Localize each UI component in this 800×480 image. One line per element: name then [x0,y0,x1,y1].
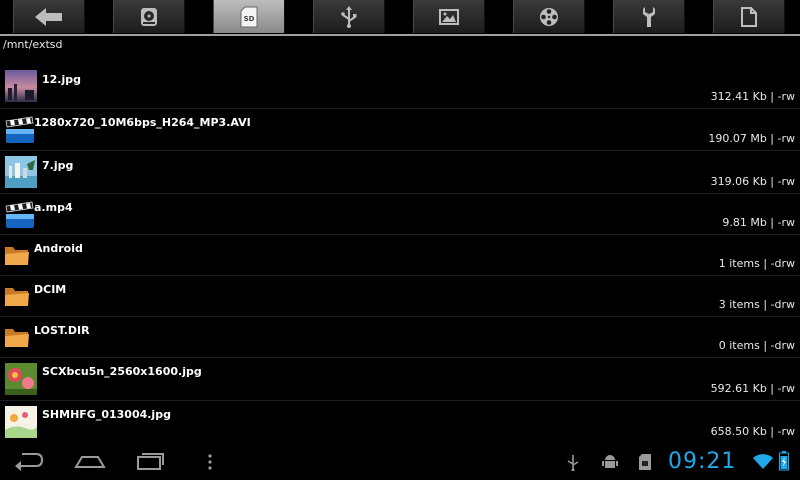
folder-icon [5,329,29,347]
usb-tab[interactable] [313,0,385,33]
recent-apps-button[interactable] [136,449,166,471]
list-item[interactable]: SCXbcu5n_2560x1600.jpg 592.61 Kb | -rw [0,357,800,400]
list-item[interactable]: 7.jpg 319.06 Kb | -rw [0,150,800,193]
android-debug-icon [602,455,618,468]
file-meta: 190.07 Mb | -rw [708,132,795,145]
list-item[interactable]: a.mp4 9.81 Mb | -rw [0,193,800,234]
internal-storage-icon [141,7,157,26]
file-name: 7.jpg [42,159,74,172]
document-icon [741,6,757,27]
file-meta: 592.61 Kb | -rw [710,382,795,395]
image-thumbnail [5,363,37,395]
file-name: SHMHFG_013004.jpg [42,408,171,421]
file-meta: 0 items | -drw [718,339,795,352]
picture-icon [439,8,459,25]
sd-card-tab[interactable]: SD [213,0,285,33]
sd-card-status-icon [639,454,651,470]
back-tab[interactable] [13,0,85,33]
file-name: 12.jpg [42,73,82,86]
file-name: a.mp4 [34,201,73,214]
file-name: SCXbcu5n_2560x1600.jpg [42,365,202,378]
back-arrow-icon [35,7,62,26]
back-nav-icon [15,453,44,471]
file-name: Android [34,242,83,255]
file-list: 12.jpg 312.41 Kb | -rw 1280x720_10M6bps_… [0,64,800,443]
file-meta: 312.41 Kb | -rw [710,90,795,103]
file-meta: 3 items | -drw [718,298,795,311]
battery-icon [779,451,789,471]
file-meta: 658.50 Kb | -rw [710,425,795,438]
sd-card-icon: SD [240,6,258,27]
file-meta: 9.81 Mb | -rw [722,216,795,229]
file-meta: 319.06 Kb | -rw [710,175,795,188]
top-toolbar: SD [0,0,800,35]
toolbar-divider [0,34,800,36]
documents-tab[interactable] [713,0,785,33]
home-nav-button[interactable] [74,449,106,471]
folder-icon [5,288,29,306]
wifi-icon [753,454,773,469]
video-clapper-icon [5,116,34,143]
sd-card-label: SD [244,15,255,23]
usb-icon [341,5,357,28]
pictures-tab[interactable] [413,0,485,33]
list-item[interactable]: SHMHFG_013004.jpg 658.50 Kb | -rw [0,400,800,443]
video-clapper-icon [5,201,34,228]
image-thumbnail [5,406,37,438]
file-meta: 1 items | -drw [718,257,795,270]
back-nav-button[interactable] [14,449,44,471]
list-item[interactable]: Android 1 items | -drw [0,234,800,275]
home-nav-icon [74,456,106,468]
menu-icon [208,454,212,470]
film-reel-icon [540,7,558,26]
list-item[interactable]: 12.jpg 312.41 Kb | -rw [0,64,800,108]
wrench-icon [643,6,655,27]
videos-tab[interactable] [513,0,585,33]
recent-apps-icon [137,453,164,470]
usb-debug-icon [567,455,579,471]
list-item[interactable]: LOST.DIR 0 items | -drw [0,316,800,357]
folder-icon [5,247,29,265]
menu-button[interactable] [205,453,215,471]
current-path: /mnt/extsd [3,38,63,51]
file-name: LOST.DIR [34,324,90,337]
clock: 09:21 [668,449,737,474]
file-name: DCIM [34,283,67,296]
internal-storage-tab[interactable] [113,0,185,33]
list-item[interactable]: 1280x720_10M6bps_H264_MP3.AVI 190.07 Mb … [0,108,800,150]
system-bar: 09:21 [0,443,800,480]
image-thumbnail [5,70,37,102]
list-item[interactable]: DCIM 3 items | -drw [0,275,800,316]
file-name: 1280x720_10M6bps_H264_MP3.AVI [34,116,251,129]
tools-tab[interactable] [613,0,685,33]
image-thumbnail [5,156,37,188]
